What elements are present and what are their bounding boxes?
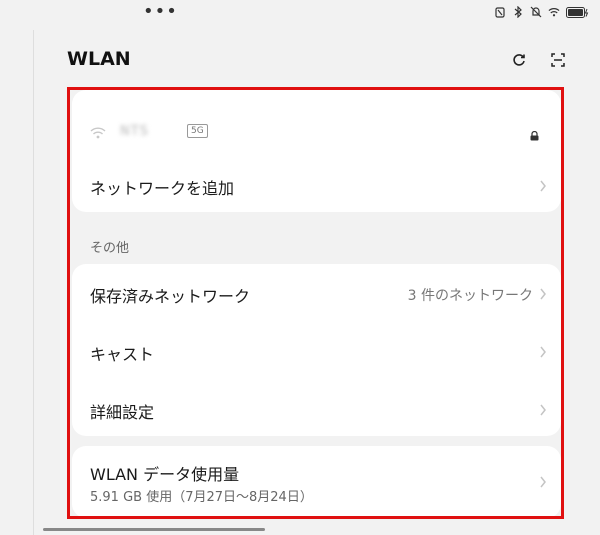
chevron-right-icon [540, 346, 546, 358]
wifi-icon [548, 6, 560, 18]
wifi-signal-icon [90, 124, 106, 143]
highlight-frame: NTS 5G ネットワークを追加 その他 保存済みネットワーク 3 件のネットワ… [67, 87, 564, 519]
current-network-row[interactable]: NTS 5G [72, 90, 561, 150]
data-usage-detail: 5.91 GB 使用（7月27日～8月24日） [90, 490, 313, 505]
lock-icon [530, 126, 539, 145]
chevron-right-icon [540, 180, 546, 192]
advanced-settings-label: 詳細設定 [90, 403, 155, 422]
bluetooth-icon [512, 6, 524, 18]
cast-label: キャスト [90, 345, 155, 364]
qr-scan-button[interactable] [548, 50, 568, 70]
chevron-right-icon [540, 404, 546, 416]
saved-networks-count: 3 件のネットワーク [407, 288, 533, 304]
data-usage-label: WLAN データ使用量 [90, 465, 240, 484]
network-ssid: NTS [120, 124, 149, 139]
page-title: WLAN [67, 48, 131, 70]
other-settings-card: 保存済みネットワーク 3 件のネットワーク キャスト 詳細設定 [72, 264, 561, 436]
band-badge: 5G [187, 124, 208, 138]
refresh-button[interactable] [509, 50, 529, 70]
battery-icon [566, 6, 590, 18]
data-usage-card: WLAN データ使用量 5.91 GB 使用（7月27日～8月24日） [72, 446, 561, 516]
saved-networks-row[interactable]: 保存済みネットワーク 3 件のネットワーク [72, 264, 561, 322]
cast-row[interactable]: キャスト [72, 322, 561, 380]
status-bar [494, 6, 590, 18]
advanced-settings-row[interactable]: 詳細設定 [72, 380, 561, 436]
refresh-icon [513, 54, 525, 66]
nfc-icon [494, 6, 506, 18]
split-divider [33, 30, 34, 535]
add-network-row[interactable]: ネットワークを追加 [72, 160, 561, 212]
multiwindow-handle[interactable]: ••• [143, 3, 178, 21]
chevron-right-icon [540, 288, 546, 300]
add-network-label: ネットワークを追加 [90, 179, 235, 198]
chevron-right-icon [540, 476, 546, 488]
saved-networks-label: 保存済みネットワーク [90, 287, 251, 306]
section-title-other: その他 [90, 241, 130, 256]
scan-icon [551, 53, 565, 67]
silent-icon [530, 6, 542, 18]
networks-card: NTS 5G ネットワークを追加 [72, 90, 561, 212]
data-usage-row[interactable]: WLAN データ使用量 5.91 GB 使用（7月27日～8月24日） [72, 446, 561, 516]
home-indicator[interactable] [43, 528, 265, 531]
